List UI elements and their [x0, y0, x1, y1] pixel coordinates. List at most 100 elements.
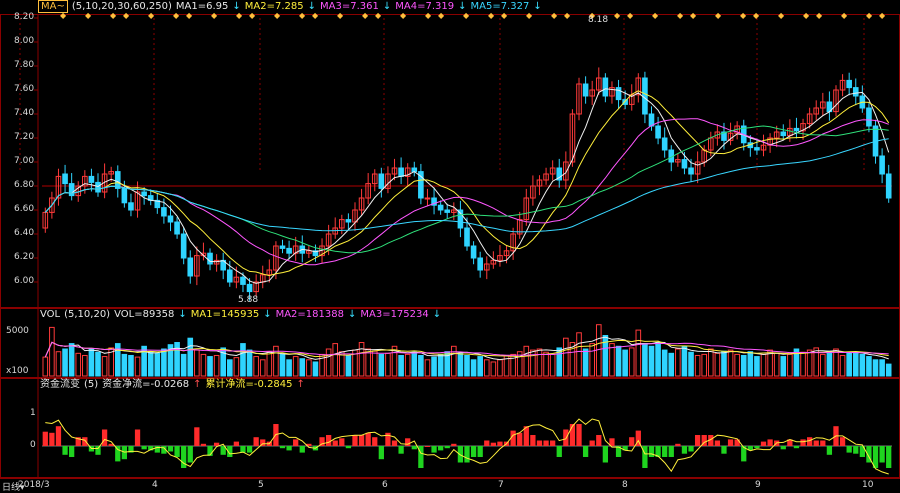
vol-label[interactable]: VOL [40, 309, 60, 320]
volume-bar [82, 354, 88, 377]
candle-body [226, 269, 233, 283]
fund-flow-pane[interactable]: 资金流变 (5) 资金净流=-0.0268 ↑ 累计净流=-0.2845 ↑ 1 0 [0, 378, 900, 478]
flow-bar [464, 446, 470, 463]
volume-bar [530, 349, 536, 377]
volume-bar [121, 353, 128, 377]
volume-bar [655, 342, 661, 377]
volume-bar [622, 349, 628, 377]
volume-bar [233, 357, 240, 377]
candle-body [286, 247, 292, 254]
candle-body [167, 215, 174, 223]
flow-bar [358, 435, 365, 446]
volume-bar [62, 348, 68, 377]
volume-bar [826, 350, 833, 377]
price-pane[interactable]: MA~ (5,10,20,30,60,250) MA1=6.95 ↓ MA2=7.285… [0, 0, 900, 308]
candle-body [141, 191, 147, 197]
arrow-down-icon: ↓ [458, 1, 467, 12]
flow-bar [793, 446, 800, 449]
fund-flow-chart[interactable] [0, 378, 900, 478]
volume-bar [734, 353, 740, 377]
volume-bar [200, 353, 207, 377]
flow-cum: 累计净流=-0.2845 [205, 379, 293, 390]
price-header: MA~ (5,10,20,30,60,250) MA1=6.95 ↓ MA2=7.285… [0, 0, 546, 14]
volume-bar [286, 359, 292, 377]
flow-bar [405, 438, 411, 446]
flow-bar [813, 440, 819, 446]
price-frame [0, 14, 900, 308]
volume-bar [727, 349, 734, 377]
flow-bar [451, 443, 457, 446]
flow-bar [115, 446, 121, 462]
flow-label[interactable]: 资金流变 [40, 379, 80, 390]
candle-body [477, 257, 483, 271]
flow-bar [754, 446, 760, 449]
event-marker: ◆ [652, 11, 659, 20]
volume-bar [859, 353, 866, 377]
candle-body [378, 173, 385, 189]
volume-bar [378, 353, 385, 377]
volume-bar [411, 351, 418, 377]
volume-bar [68, 343, 75, 377]
vol-ytick-unit: x100 [6, 366, 29, 376]
flow-bar [398, 446, 404, 454]
volume-bar [424, 359, 431, 377]
volume-bar [345, 354, 352, 377]
candle-body [161, 207, 167, 217]
flow-bar [675, 443, 681, 446]
flow-bar [530, 435, 536, 446]
price-ytick-label: 6.20 [14, 252, 35, 262]
candle-body [615, 87, 622, 101]
price-ytick-label: 7.60 [14, 84, 35, 94]
price-ytick-label: 7.40 [14, 108, 35, 118]
volume-bar [681, 345, 688, 377]
x-axis-label: 5 [258, 480, 264, 490]
vol-ytick-top: 5000 [6, 326, 29, 336]
volume-bar [635, 329, 642, 377]
volume-bar [780, 356, 787, 377]
flow-bar [721, 446, 727, 454]
flow-bar [648, 446, 655, 457]
candle-body [582, 83, 589, 97]
period-selector[interactable]: 日线▾ [2, 480, 25, 493]
flow-params: (5) [84, 379, 99, 390]
volume-bar [760, 353, 767, 377]
flow-bar [253, 437, 259, 446]
volume-bar [180, 353, 187, 377]
candlestick-chart[interactable]: ◆ ◆ ◆ ◆ ◆ ◆ ◆ ◆ ◆ ◆ ◆ ◆ ◆ ◆ ◆ ◆ ◆ ◆ ◆ ◆ ◆ ◆ ◆ ◆ ◆ ◆ ◆ ◆ ◆ ◆ ◆ ◆ ◆ ◆ ◆ ◆ ◆ ◆ ◆ ◆ [0, 0, 900, 308]
volume-bar [536, 348, 543, 377]
flow-bar [760, 441, 767, 446]
flow-bar [688, 446, 694, 452]
vol-value: VOL=89358 [114, 309, 175, 320]
candle-body [688, 167, 694, 175]
flow-bar [431, 446, 437, 453]
event-marker: ◆ [740, 11, 747, 20]
volume-bar [589, 343, 595, 377]
volume-bar [820, 353, 826, 377]
flow-bar [325, 435, 332, 446]
event-marker: ◆ [866, 11, 873, 20]
volume-bar [147, 351, 154, 377]
volume-bar [490, 361, 497, 377]
volume-bar [773, 352, 780, 377]
flow-bar [517, 432, 523, 446]
flow-bar [800, 439, 806, 446]
arrow-down-icon: ↓ [232, 1, 241, 12]
ma-indicator-button[interactable]: MA~ [38, 0, 68, 13]
volume-pane[interactable]: VOL (5,10,20) VOL=89358 ↓ MA1=145935 ↓ MA2=181… [0, 308, 900, 378]
arrow-down-icon: ↓ [263, 309, 272, 320]
x-axis-label: 7 [498, 480, 504, 490]
flow-bar [569, 424, 576, 446]
volume-bar [714, 352, 721, 377]
candle-body [180, 233, 187, 259]
candle-body [852, 87, 859, 97]
volume-bar [213, 354, 220, 377]
ma1-value: MA1=6.95 [175, 1, 229, 12]
flow-bar [457, 446, 464, 463]
ma2-value: MA2=7.285 [244, 1, 304, 12]
volume-bar [49, 326, 55, 377]
price-ytick-label: 7.00 [14, 156, 35, 166]
price-ytick-label: 6.60 [14, 204, 35, 214]
flow-net: 资金净流=-0.0268 [102, 379, 190, 390]
flow-bar [582, 446, 589, 457]
candle-body [681, 159, 688, 169]
